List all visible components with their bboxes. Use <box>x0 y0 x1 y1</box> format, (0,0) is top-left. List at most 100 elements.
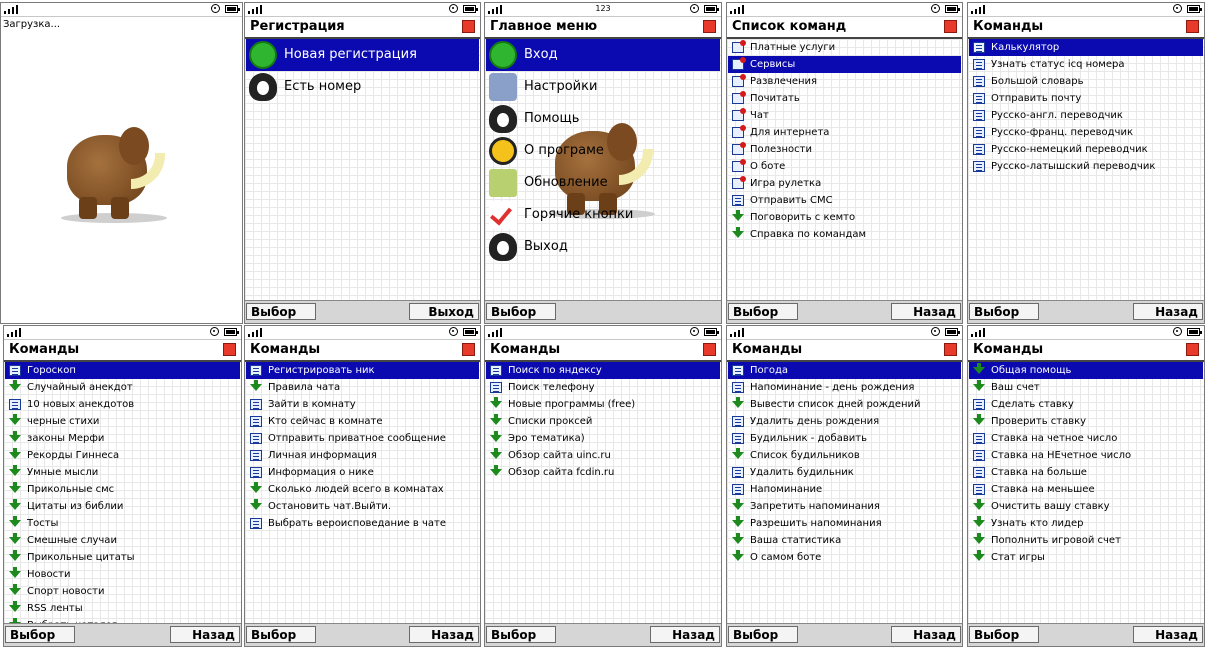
list-item[interactable]: Обзор сайта uinc.ru <box>486 447 720 464</box>
select-softkey[interactable]: Выбор <box>969 626 1039 643</box>
list-item[interactable]: Игра рулетка <box>728 175 961 192</box>
close-icon[interactable] <box>223 343 236 356</box>
list-item[interactable]: Список будильников <box>728 447 961 464</box>
select-softkey[interactable]: Выбор <box>728 626 798 643</box>
list-item[interactable]: Напоминание <box>728 481 961 498</box>
list-item[interactable]: Прикольные смс <box>5 481 240 498</box>
list-item[interactable]: Случайный анекдот <box>5 379 240 396</box>
list-item[interactable]: Удалить будильник <box>728 464 961 481</box>
list-item[interactable]: Спорт новости <box>5 583 240 600</box>
back-softkey[interactable]: Назад <box>409 626 479 643</box>
list-item[interactable]: Ваша статистика <box>728 532 961 549</box>
list-item[interactable]: Кто сейчас в комнате <box>246 413 479 430</box>
list-item[interactable]: Полезности <box>728 141 961 158</box>
list-item[interactable]: Информация о нике <box>246 464 479 481</box>
list-item[interactable]: Обзор сайта fcdin.ru <box>486 464 720 481</box>
menu-item-about[interactable]: О програме <box>486 135 720 167</box>
list-item[interactable]: Узнать кто лидер <box>969 515 1203 532</box>
list-item[interactable]: Рекорды Гиннеса <box>5 447 240 464</box>
list-item[interactable]: Проверить ставку <box>969 413 1203 430</box>
list-item[interactable]: Новые программы (free) <box>486 396 720 413</box>
list-item[interactable]: Поиск по яндексу <box>486 362 720 379</box>
list-item[interactable]: Гороскоп <box>5 362 240 379</box>
list-item[interactable]: Справка по командам <box>728 226 961 243</box>
select-softkey[interactable]: Выбор <box>486 626 556 643</box>
select-softkey[interactable]: Выбор <box>969 303 1039 320</box>
list-item[interactable]: Платные услуги <box>728 39 961 56</box>
list-item[interactable]: Выбрать вероисповедание в чате <box>246 515 479 532</box>
list-item[interactable]: Личная информация <box>246 447 479 464</box>
list-item[interactable]: Большой словарь <box>969 73 1203 90</box>
list-item[interactable]: Отправить приватное сообщение <box>246 430 479 447</box>
list-item[interactable]: Разрешить напоминания <box>728 515 961 532</box>
list-item[interactable]: Напоминание - день рождения <box>728 379 961 396</box>
menu-item-have-number[interactable]: Есть номер <box>246 71 479 103</box>
close-icon[interactable] <box>1186 20 1199 33</box>
list-item[interactable]: RSS ленты <box>5 600 240 617</box>
back-softkey[interactable]: Назад <box>170 626 240 643</box>
list-item[interactable]: Калькулятор <box>969 39 1203 56</box>
back-softkey[interactable]: Назад <box>1133 303 1203 320</box>
list-item[interactable]: Регистрировать ник <box>246 362 479 379</box>
menu-item-help[interactable]: Помощь <box>486 103 720 135</box>
select-softkey[interactable]: Выбор <box>486 303 556 320</box>
close-icon[interactable] <box>462 20 475 33</box>
close-icon[interactable] <box>703 343 716 356</box>
list-item[interactable]: Ставка на четное число <box>969 430 1203 447</box>
list-item[interactable]: Тосты <box>5 515 240 532</box>
list-item[interactable]: О боте <box>728 158 961 175</box>
back-softkey[interactable]: Назад <box>650 626 720 643</box>
back-softkey[interactable]: Назад <box>1133 626 1203 643</box>
back-softkey[interactable]: Назад <box>891 303 961 320</box>
list-item[interactable]: Ставка на НЕчетное число <box>969 447 1203 464</box>
menu-item-new-registration[interactable]: Новая регистрация <box>246 39 479 71</box>
list-item[interactable]: Погода <box>728 362 961 379</box>
close-icon[interactable] <box>944 20 957 33</box>
list-item[interactable]: черные стихи <box>5 413 240 430</box>
list-item[interactable]: Цитаты из библии <box>5 498 240 515</box>
list-item[interactable]: Почитать <box>728 90 961 107</box>
list-item[interactable]: Развлечения <box>728 73 961 90</box>
list-item[interactable]: Русско-немецкий переводчик <box>969 141 1203 158</box>
list-item[interactable]: Отправить СМС <box>728 192 961 209</box>
list-item[interactable]: Русско-латышский переводчик <box>969 158 1203 175</box>
list-item[interactable]: Правила чата <box>246 379 479 396</box>
list-item[interactable]: законы Мерфи <box>5 430 240 447</box>
select-softkey[interactable]: Выбор <box>246 626 316 643</box>
menu-item-hotkeys[interactable]: Горячие кнопки <box>486 199 720 231</box>
close-icon[interactable] <box>703 20 716 33</box>
list-item[interactable]: Русско-франц. переводчик <box>969 124 1203 141</box>
list-item[interactable]: Поговорить с кемто <box>728 209 961 226</box>
list-item[interactable]: Эро тематика) <box>486 430 720 447</box>
menu-item-exit[interactable]: Выход <box>486 231 720 263</box>
list-item[interactable]: Новости <box>5 566 240 583</box>
list-item[interactable]: 10 новых анекдотов <box>5 396 240 413</box>
list-item[interactable]: Очистить вашу ставку <box>969 498 1203 515</box>
list-item[interactable]: Русско-англ. переводчик <box>969 107 1203 124</box>
menu-item-login[interactable]: Вход <box>486 39 720 71</box>
select-softkey[interactable]: Выбор <box>5 626 75 643</box>
list-item[interactable]: Сервисы <box>728 56 961 73</box>
list-item[interactable]: Ваш счет <box>969 379 1203 396</box>
back-softkey[interactable]: Назад <box>891 626 961 643</box>
close-icon[interactable] <box>944 343 957 356</box>
list-item[interactable]: Удалить день рождения <box>728 413 961 430</box>
close-icon[interactable] <box>462 343 475 356</box>
list-item[interactable]: Стат игры <box>969 549 1203 566</box>
exit-softkey[interactable]: Выход <box>409 303 479 320</box>
list-item[interactable]: Сделать ставку <box>969 396 1203 413</box>
list-item[interactable]: Умные мысли <box>5 464 240 481</box>
list-item[interactable]: Пополнить игровой счет <box>969 532 1203 549</box>
close-icon[interactable] <box>1186 343 1199 356</box>
list-item[interactable]: Чат <box>728 107 961 124</box>
menu-item-settings[interactable]: Настройки <box>486 71 720 103</box>
list-item[interactable]: Ставка на больше <box>969 464 1203 481</box>
menu-item-update[interactable]: Обновление <box>486 167 720 199</box>
list-item[interactable]: Ставка на меньшее <box>969 481 1203 498</box>
list-item[interactable]: Общая помощь <box>969 362 1203 379</box>
list-item[interactable]: Для интернета <box>728 124 961 141</box>
list-item[interactable]: Списки проксей <box>486 413 720 430</box>
select-softkey[interactable]: Выбор <box>728 303 798 320</box>
list-item[interactable]: Остановить чат.Выйти. <box>246 498 479 515</box>
list-item[interactable]: Запретить напоминания <box>728 498 961 515</box>
